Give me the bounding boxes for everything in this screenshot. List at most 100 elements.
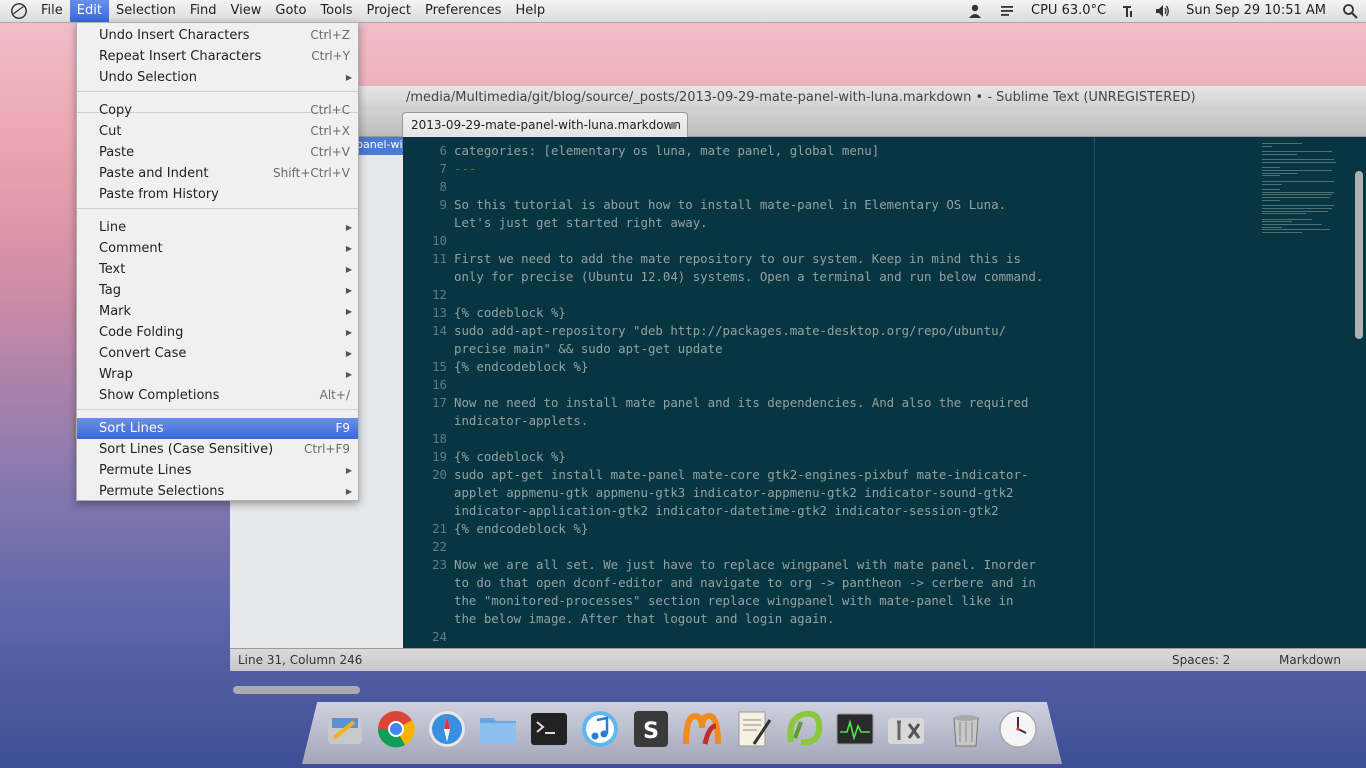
code-editor[interactable]: 6 7 8 9 10 11 12 13 14 15 16 17 18 19 20 21 22 23 24 categ…: [403, 137, 1352, 648]
menu-item-cut[interactable]: Cut Ctrl+X: [77, 121, 358, 142]
tools-icon[interactable]: [883, 706, 929, 752]
global-menu-icon[interactable]: [991, 0, 1023, 22]
menu-item-copy[interactable]: Copy Ctrl+C: [77, 100, 358, 121]
code-line: First we need to add the mate repository…: [454, 251, 1021, 266]
syntax-status[interactable]: Markdown: [1279, 649, 1341, 671]
menu-preferences[interactable]: Preferences: [418, 0, 508, 22]
menu-item-permute-lines[interactable]: Permute Lines ▶: [77, 460, 358, 481]
minimap-line: [1262, 207, 1332, 209]
menu-item-sort-lines[interactable]: Sort Lines F9: [77, 418, 358, 439]
minimap-line: [1262, 210, 1328, 212]
menu-item-label: Paste: [99, 145, 135, 160]
menu-edit[interactable]: Edit: [69, 0, 109, 22]
folder-icon[interactable]: [475, 706, 521, 752]
system-monitor-icon[interactable]: [832, 706, 878, 752]
volume-icon[interactable]: [1146, 0, 1178, 22]
menu-separator: [77, 409, 358, 410]
code-line: only for precise (Ubuntu 12.04) systems.…: [454, 269, 1044, 284]
line-number: 23: [432, 557, 447, 572]
mendeley-icon[interactable]: [679, 706, 725, 752]
menu-goto[interactable]: Goto: [268, 0, 313, 22]
cpu-temperature[interactable]: CPU 63.0°C: [1023, 0, 1114, 22]
menu-item-paste[interactable]: Paste Ctrl+V: [77, 142, 358, 163]
text-editor-icon[interactable]: [730, 706, 776, 752]
sublime-icon[interactable]: S: [628, 706, 674, 752]
menu-item-label: Permute Lines: [99, 463, 192, 478]
menu-item-label: Tag: [99, 283, 122, 298]
file-tab[interactable]: 2013-09-29-mate-panel-with-luna.markdown: [402, 112, 688, 137]
menu-item-label: Paste and Indent: [99, 166, 209, 181]
window-titlebar[interactable]: /media/Multimedia/git/blog/source/_posts…: [230, 86, 1366, 111]
menu-item-undo-insert-characters[interactable]: Undo Insert Characters Ctrl+Z: [77, 25, 358, 46]
code-line: {% codeblock %}: [454, 305, 566, 320]
chrome-icon[interactable]: [373, 706, 419, 752]
phpstorm-icon[interactable]: [781, 706, 827, 752]
submenu-arrow-icon: ▶: [345, 286, 352, 295]
menu-item-paste-and-indent[interactable]: Paste and Indent Shift+Ctrl+V: [77, 163, 358, 184]
network-icon[interactable]: [1114, 0, 1146, 22]
menu-item-convert-case[interactable]: Convert Case ▶: [77, 343, 358, 364]
clock-icon[interactable]: [995, 706, 1041, 752]
menu-item-repeat-insert-characters[interactable]: Repeat Insert Characters Ctrl+Y: [77, 46, 358, 67]
menu-item-show-completions[interactable]: Show Completions Alt+/: [77, 385, 358, 406]
menu-item-text[interactable]: Text ▶: [77, 259, 358, 280]
indentation-status[interactable]: Spaces: 2: [1172, 649, 1230, 671]
line-number: 22: [432, 539, 447, 554]
menu-item-permute-selections[interactable]: Permute Selections ▶: [77, 481, 358, 502]
minimap-line: [1262, 153, 1297, 155]
line-number: 8: [439, 179, 447, 194]
menu-item-paste-from-history[interactable]: Paste from History: [77, 184, 358, 205]
window-title: /media/Multimedia/git/blog/source/_posts…: [406, 90, 1196, 105]
menu-item-wrap[interactable]: Wrap ▶: [77, 364, 358, 385]
code-line: indicator-application-gtk2 indicator-dat…: [454, 503, 999, 518]
minimap-line: [1262, 167, 1280, 169]
user-icon[interactable]: [959, 0, 991, 22]
menu-item-sort-lines-case-sensitive[interactable]: Sort Lines (Case Sensitive) Ctrl+F9: [77, 439, 358, 460]
menu-project[interactable]: Project: [359, 0, 417, 22]
menu-file[interactable]: File: [34, 0, 70, 22]
menu-tools[interactable]: Tools: [313, 0, 359, 22]
menu-item-label: Undo Selection: [99, 70, 198, 85]
sidebar-selected-label: panel-wi: [356, 138, 403, 151]
minimap-line: [1262, 172, 1298, 174]
code-line: the below image. After that logout and l…: [454, 611, 835, 626]
code-line: indicator-applets.: [454, 413, 589, 428]
minimap[interactable]: [1256, 137, 1352, 648]
menu-item-label: Repeat Insert Characters: [99, 49, 262, 64]
terminal-icon[interactable]: [526, 706, 572, 752]
code-line: {% endcodeblock %}: [454, 521, 589, 536]
tab-bar: 2013-09-29-mate-panel-with-luna.markdown: [230, 110, 1366, 137]
menu-item-mark[interactable]: Mark ▶: [77, 301, 358, 322]
menu-selection[interactable]: Selection: [109, 0, 183, 22]
scrollbar-thumb[interactable]: [1355, 171, 1363, 339]
menu-find[interactable]: Find: [183, 0, 224, 22]
clock-datetime[interactable]: Sun Sep 29 10:51 AM: [1178, 0, 1334, 22]
elementary-logo-icon[interactable]: [8, 0, 30, 22]
menu-item-shortcut: Ctrl+Y: [311, 49, 350, 63]
menu-item-code-folding[interactable]: Code Folding ▶: [77, 322, 358, 343]
line-number: 24: [432, 629, 447, 644]
unsaved-dot-icon[interactable]: [670, 122, 677, 129]
sidebar-horizontal-scrollbar[interactable]: [233, 686, 360, 694]
menu-item-tag[interactable]: Tag ▶: [77, 280, 358, 301]
settings-icon[interactable]: [322, 706, 368, 752]
safari-icon[interactable]: [424, 706, 470, 752]
menu-item-label: Code Folding: [99, 325, 184, 340]
menu-help[interactable]: Help: [508, 0, 552, 22]
svg-text:S: S: [643, 719, 659, 744]
menu-item-line[interactable]: Line ▶: [77, 217, 358, 238]
menu-item-label: Wrap: [99, 367, 133, 382]
menu-item-undo-selection[interactable]: Undo Selection ▶: [77, 67, 358, 88]
itunes-icon[interactable]: [577, 706, 623, 752]
code-line: So this tutorial is about how to install…: [454, 197, 1007, 212]
top-panel: File Edit Selection Find View Goto Tools Projec…: [0, 0, 1366, 23]
menu-item-label: Text: [99, 262, 126, 277]
vertical-scrollbar[interactable]: [1352, 137, 1366, 648]
search-icon[interactable]: [1334, 0, 1366, 22]
menu-view[interactable]: View: [224, 0, 269, 22]
menu-item-label: Paste from History: [99, 187, 219, 202]
trash-icon[interactable]: [943, 706, 989, 752]
menu-item-comment[interactable]: Comment ▶: [77, 238, 358, 259]
code-line: {% codeblock %}: [454, 449, 566, 464]
menu-item-label: Comment: [99, 241, 163, 256]
